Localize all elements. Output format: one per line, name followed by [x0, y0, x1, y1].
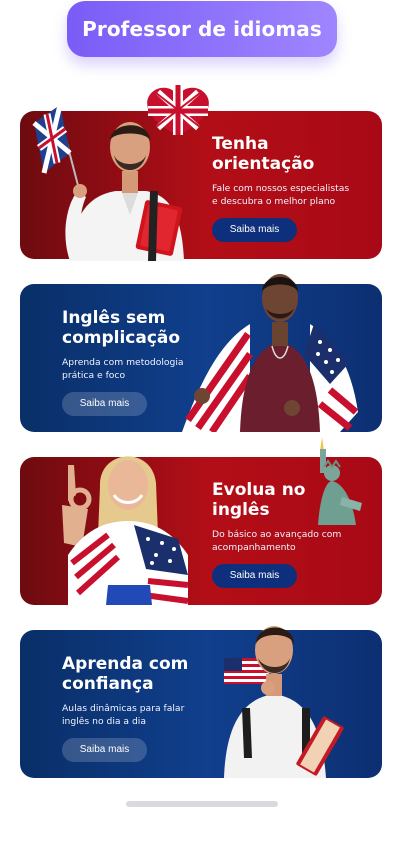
- card-description: Do básico ao avançado com acompanhamento: [212, 528, 377, 554]
- card-text: Aprenda com confiança Aulas dinâmicas pa…: [62, 654, 222, 762]
- card-description: Fale com nossos especialistas e descubra…: [212, 182, 377, 208]
- card-orientation[interactable]: Tenha orientação Fale com nossos especia…: [20, 85, 382, 261]
- page-title: Professor de idiomas: [82, 17, 322, 41]
- card-desc-line2: acompanhamento: [212, 542, 296, 553]
- card-description: Aprenda com metodologia prática e foco: [62, 356, 222, 382]
- card-text: Tenha orientação Fale com nossos especia…: [212, 134, 377, 242]
- card-title-line2: complicação: [62, 328, 181, 348]
- card-title-line2: confiança: [62, 674, 154, 694]
- card-title-line1: Evolua no: [212, 480, 306, 500]
- card-desc-line1: Aprenda com metodologia: [62, 357, 184, 368]
- saiba-mais-button[interactable]: Saiba mais: [212, 564, 297, 588]
- card-desc-line1: Fale com nossos especialistas: [212, 183, 350, 194]
- heart-balloon-icon: [147, 85, 209, 135]
- card-evolua-no-ingles[interactable]: Evolua no inglês Do básico ao avançado c…: [20, 437, 382, 605]
- card-desc-line2: e descubra o melhor plano: [212, 196, 336, 207]
- man-with-uk-flag: [30, 83, 220, 261]
- card-desc-line1: Do básico ao avançado com: [212, 529, 342, 540]
- card-desc-line2: inglês no dia a dia: [62, 716, 146, 727]
- card-title-line1: Tenha: [212, 134, 269, 154]
- card-title: Evolua no inglês: [212, 480, 377, 520]
- saiba-mais-button[interactable]: Saiba mais: [62, 392, 147, 416]
- card-desc-line2: prática e foco: [62, 370, 126, 381]
- home-indicator[interactable]: [126, 801, 278, 807]
- card-text: Evolua no inglês Do básico ao avançado c…: [212, 480, 377, 588]
- card-title-line1: Inglês sem: [62, 308, 166, 328]
- card-title: Aprenda com confiança: [62, 654, 222, 694]
- card-title: Inglês sem complicação: [62, 308, 222, 348]
- card-aprenda-com-confianca[interactable]: Aprenda com confiança Aulas dinâmicas pa…: [20, 626, 382, 778]
- header-pill: Professor de idiomas: [67, 1, 337, 57]
- card-description: Aulas dinâmicas para falar inglês no dia…: [62, 702, 222, 728]
- card-desc-line1: Aulas dinâmicas para falar: [62, 703, 185, 714]
- saiba-mais-button[interactable]: Saiba mais: [62, 738, 147, 762]
- card-title-line2: inglês: [212, 500, 270, 520]
- card-title-line2: orientação: [212, 154, 315, 174]
- card-text: Inglês sem complicação Aprenda com metod…: [62, 308, 222, 416]
- man-with-usa-flag-and-book: [206, 608, 356, 778]
- woman-with-usa-flag: [48, 435, 208, 605]
- union-jack-flag-icon: [32, 104, 81, 194]
- card-title-line1: Aprenda com: [62, 654, 189, 674]
- card-ingles-sem-complicacao[interactable]: Inglês sem complicação Aprenda com metod…: [20, 274, 382, 432]
- saiba-mais-button[interactable]: Saiba mais: [212, 218, 297, 242]
- card-title: Tenha orientação: [212, 134, 377, 174]
